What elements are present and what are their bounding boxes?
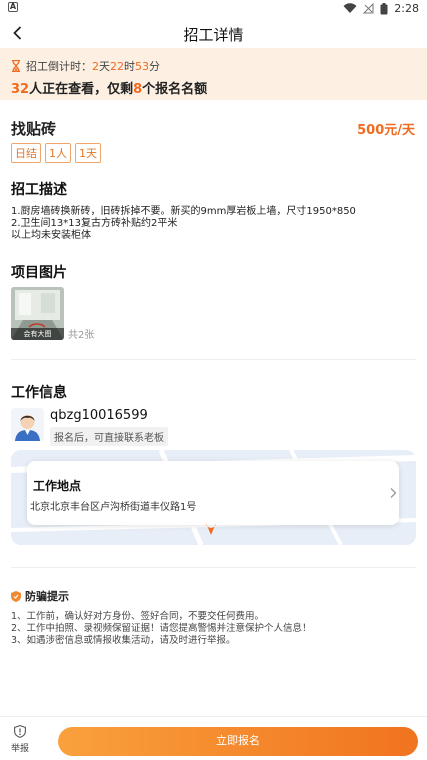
divider (11, 359, 416, 360)
avatar (11, 408, 44, 441)
remaining-text: 个报名名额 (142, 82, 208, 97)
tag-settlement: 日结 (11, 143, 41, 163)
countdown-minutes-unit: 分 (149, 60, 160, 73)
location-card[interactable]: 工作地点 北京北京丰台区卢沟桥街道丰仪路1号 (27, 461, 399, 525)
report-label: 举报 (10, 744, 29, 754)
apply-button[interactable]: 立即报名 (58, 727, 418, 756)
viewer-text: 人正在查看，仅剩 (29, 82, 134, 97)
description-line: 2.卫生间13*13复古方砖补贴约2平米 (11, 218, 178, 229)
photos-heading: 项目图片 (11, 265, 67, 281)
countdown-minutes: 53 (135, 59, 149, 73)
report-button[interactable]: 举报 (6, 725, 34, 754)
description-line: 以上均未安装柜体 (11, 230, 91, 241)
countdown-hours-unit: 时 (124, 60, 135, 73)
countdown-days-unit: 天 (99, 60, 110, 73)
status-bar: A 2:28 (0, 0, 427, 18)
location-address: 北京北京丰台区卢沟桥街道丰仪路1号 (30, 502, 197, 513)
job-wage: 500元/天 (357, 123, 415, 138)
page-title: 招工详情 (183, 26, 244, 44)
fraud-heading-label: 防骗提示 (25, 590, 69, 603)
fraud-heading: 防骗提示 (11, 588, 69, 604)
job-tags: 日结 1人 1天 (11, 143, 101, 163)
viewer-status: 32人正在查看，仅剩8个报名名额 (11, 78, 207, 97)
tag-headcount: 1人 (45, 143, 71, 163)
photo-count: 共2张 (68, 330, 95, 341)
notification-badge: A (8, 2, 18, 12)
fraud-tip: 2、工作中拍照、录视频保留证据！请您提高警惕并注意保护个人信息！ (11, 623, 312, 634)
bottom-action-bar: 举报 立即报名 (0, 716, 427, 760)
work-info-heading: 工作信息 (11, 385, 67, 401)
countdown-hours: 22 (110, 59, 124, 73)
tag-duration: 1天 (75, 143, 101, 163)
project-photo-thumbnail[interactable]: 会有大图 (11, 287, 64, 340)
signal-icon (363, 3, 374, 14)
countdown-line: 招工倒计时： 2 天 22 时 53 分 (11, 58, 160, 74)
person-avatar-icon (11, 408, 44, 441)
location-title: 工作地点 (33, 479, 82, 493)
countdown-label: 招工倒计时： (26, 60, 92, 73)
contact-note: 报名后，可直接联系老板 (50, 427, 168, 446)
fraud-tips: 1、工作前，确认好对方身份、签好合同，不要交任何费用。 2、工作中拍照、录视频保… (11, 611, 421, 647)
viewer-count: 32 (11, 82, 30, 97)
chevron-right-icon (390, 488, 397, 498)
employer-username: qbzg10016599 (50, 408, 148, 423)
thumbnail-caption: 会有大图 (11, 328, 64, 340)
countdown-days: 2 (92, 59, 99, 73)
countdown-banner: 招工倒计时： 2 天 22 时 53 分 32人正在查看，仅剩8个报名名额 (0, 48, 427, 100)
divider (11, 567, 416, 568)
hourglass-icon (12, 60, 20, 72)
remaining-count: 8 (133, 82, 143, 97)
shield-icon (11, 590, 21, 602)
nav-bar: 招工详情 (0, 18, 427, 48)
map-pin-icon (206, 523, 216, 535)
description-line: 1.厨房墙砖换新砖，旧砖拆掉不要。新买的9mm厚岩板上墙，尺寸1950*850 (11, 206, 356, 217)
description-heading: 招工描述 (11, 182, 67, 198)
job-description: 1.厨房墙砖换新砖，旧砖拆掉不要。新买的9mm厚岩板上墙，尺寸1950*850 … (11, 206, 421, 242)
report-icon (14, 725, 26, 738)
battery-icon (380, 2, 388, 14)
fraud-tip: 3、如遇涉密信息或情报收集活动，请及时进行举报。 (11, 635, 236, 646)
fraud-tip: 1、工作前，确认好对方身份、签好合同，不要交任何费用。 (11, 611, 265, 622)
wifi-icon (343, 3, 357, 14)
clock: 2:28 (394, 2, 419, 15)
job-title: 找贴砖 (11, 120, 57, 138)
